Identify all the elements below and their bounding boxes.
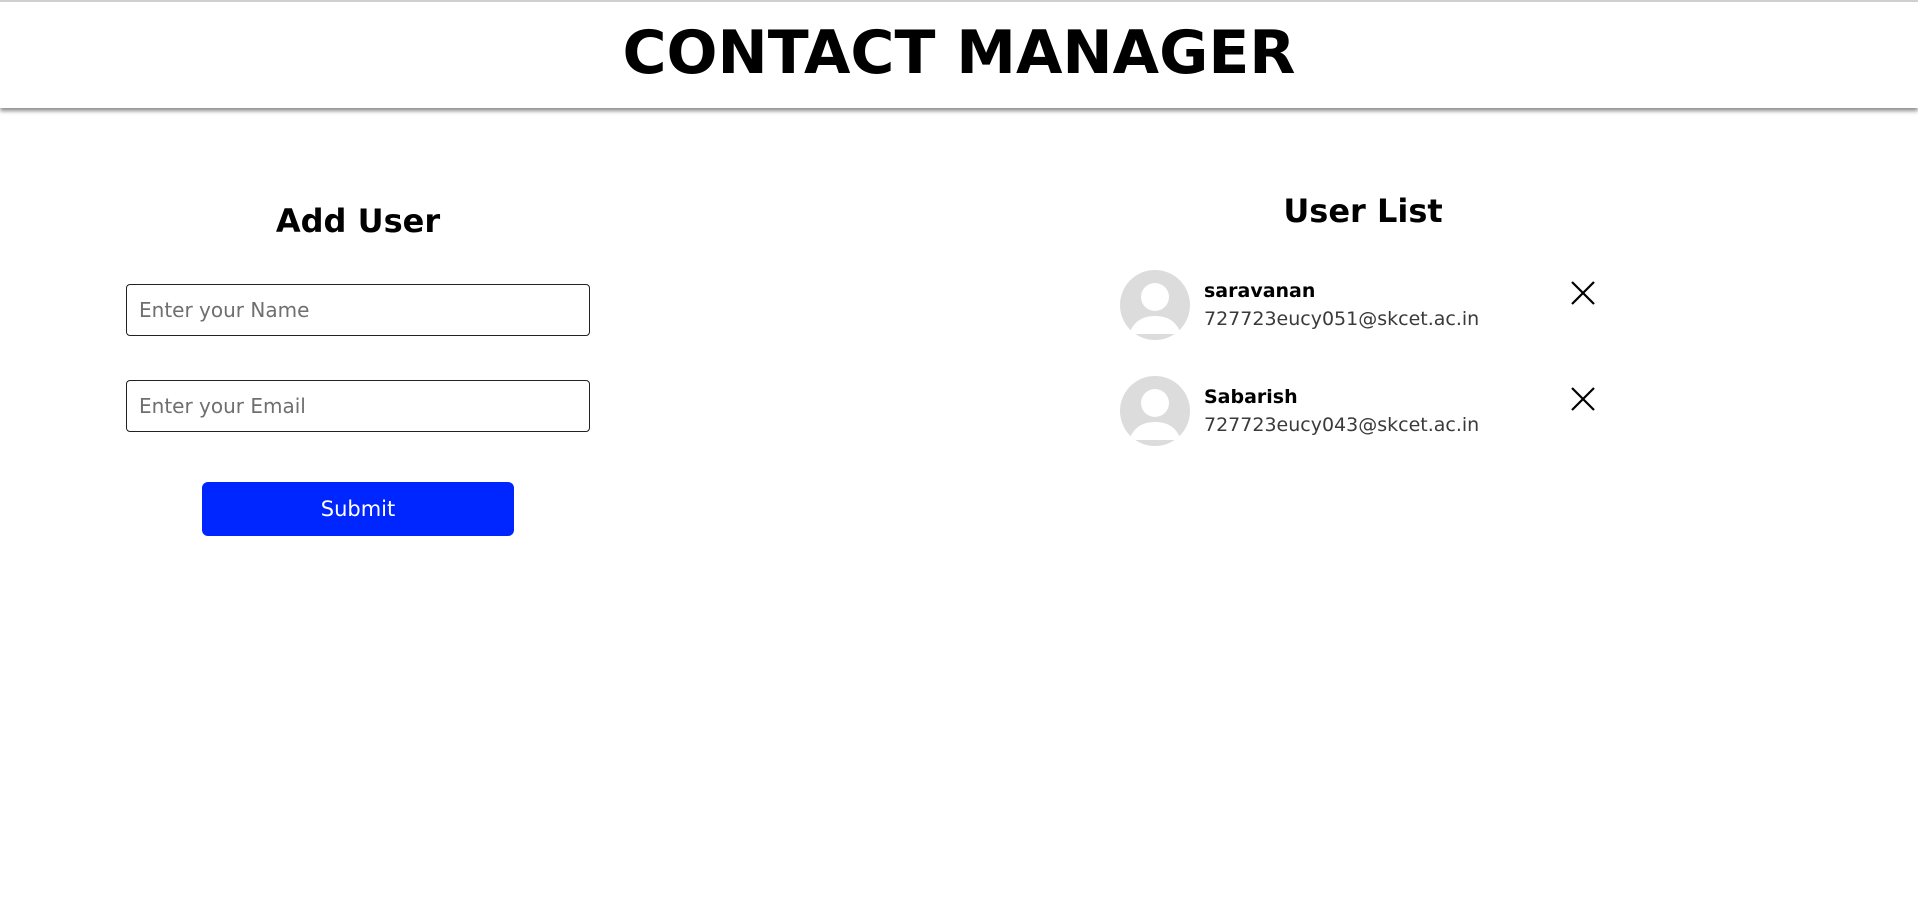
delete-user-button[interactable] — [1568, 384, 1598, 414]
user-email: 727723eucy051@skcet.ac.in — [1204, 308, 1480, 330]
name-input[interactable] — [126, 284, 590, 336]
close-icon — [1571, 387, 1595, 411]
user-list-item: Sabarish 727723eucy043@skcet.ac.in — [1120, 376, 1600, 448]
user-list-item: saravanan 727723eucy051@skcet.ac.in — [1120, 270, 1600, 342]
default-avatar-icon — [1120, 376, 1190, 446]
user-list-heading: User List — [1283, 192, 1443, 230]
user-name: Sabarish — [1204, 386, 1298, 408]
submit-button[interactable]: Submit — [202, 482, 514, 536]
default-avatar-icon — [1120, 270, 1190, 340]
app-header: CONTACT MANAGER — [0, 0, 1918, 108]
user-name: saravanan — [1204, 280, 1316, 302]
user-email: 727723eucy043@skcet.ac.in — [1204, 414, 1480, 436]
add-user-heading: Add User — [275, 202, 441, 240]
close-icon — [1571, 281, 1595, 305]
email-input[interactable] — [126, 380, 590, 432]
delete-user-button[interactable] — [1568, 278, 1598, 308]
page-title: CONTACT MANAGER — [622, 18, 1296, 88]
